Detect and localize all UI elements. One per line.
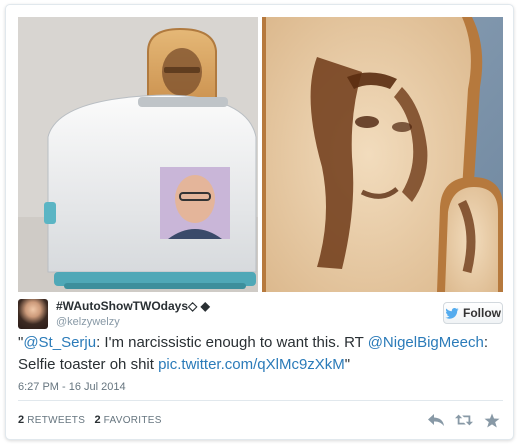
follow-button[interactable]: Follow bbox=[443, 302, 503, 324]
tweet-actions bbox=[427, 412, 501, 428]
user-handle[interactable]: @kelzywelzy bbox=[56, 316, 120, 328]
photo-selfie-toast[interactable] bbox=[262, 17, 503, 292]
user-display-name[interactable]: #WAutoShowTWOdays◇ ◆ bbox=[56, 299, 210, 313]
quote-close: " bbox=[344, 356, 351, 373]
tweet-header: #WAutoShowTWOdays◇ ◆ @kelzywelzy Follow bbox=[18, 297, 503, 333]
twitter-bird-icon bbox=[445, 307, 459, 319]
reply-icon[interactable] bbox=[427, 412, 445, 428]
tweet-timestamp[interactable]: 6:27 PM - 16 Jul 2014 bbox=[18, 381, 126, 393]
media-link[interactable]: pic.twitter.com/qXlMc9zXkM bbox=[158, 356, 345, 373]
tweet-text-part-1: : I'm narcissistic enough to want this. … bbox=[96, 334, 368, 351]
retweets-count: 2 bbox=[18, 414, 25, 426]
tweet-text: " @St_Serju: I'm narcissistic enough to w… bbox=[18, 332, 508, 376]
favorites-count: 2 bbox=[94, 414, 101, 426]
mention-st-serju[interactable]: @St_Serju bbox=[23, 334, 96, 351]
retweet-icon[interactable] bbox=[455, 412, 473, 428]
tweet-stats: 2 RETWEETS 2 FAVORITES bbox=[18, 414, 162, 426]
photo-selfie-toaster[interactable] bbox=[18, 17, 258, 292]
media-gallery[interactable] bbox=[18, 17, 503, 292]
mention-nigelbigmeech[interactable]: @NigelBigMeech bbox=[368, 334, 484, 351]
divider bbox=[18, 400, 503, 401]
follow-label: Follow bbox=[463, 306, 501, 320]
favorites-label[interactable]: FAVORITES bbox=[104, 415, 162, 426]
tweet-card: #WAutoShowTWOdays◇ ◆ @kelzywelzy Follow … bbox=[5, 4, 514, 440]
favorite-icon[interactable] bbox=[483, 412, 501, 428]
retweets-label[interactable]: RETWEETS bbox=[27, 415, 85, 426]
avatar[interactable] bbox=[18, 299, 48, 329]
